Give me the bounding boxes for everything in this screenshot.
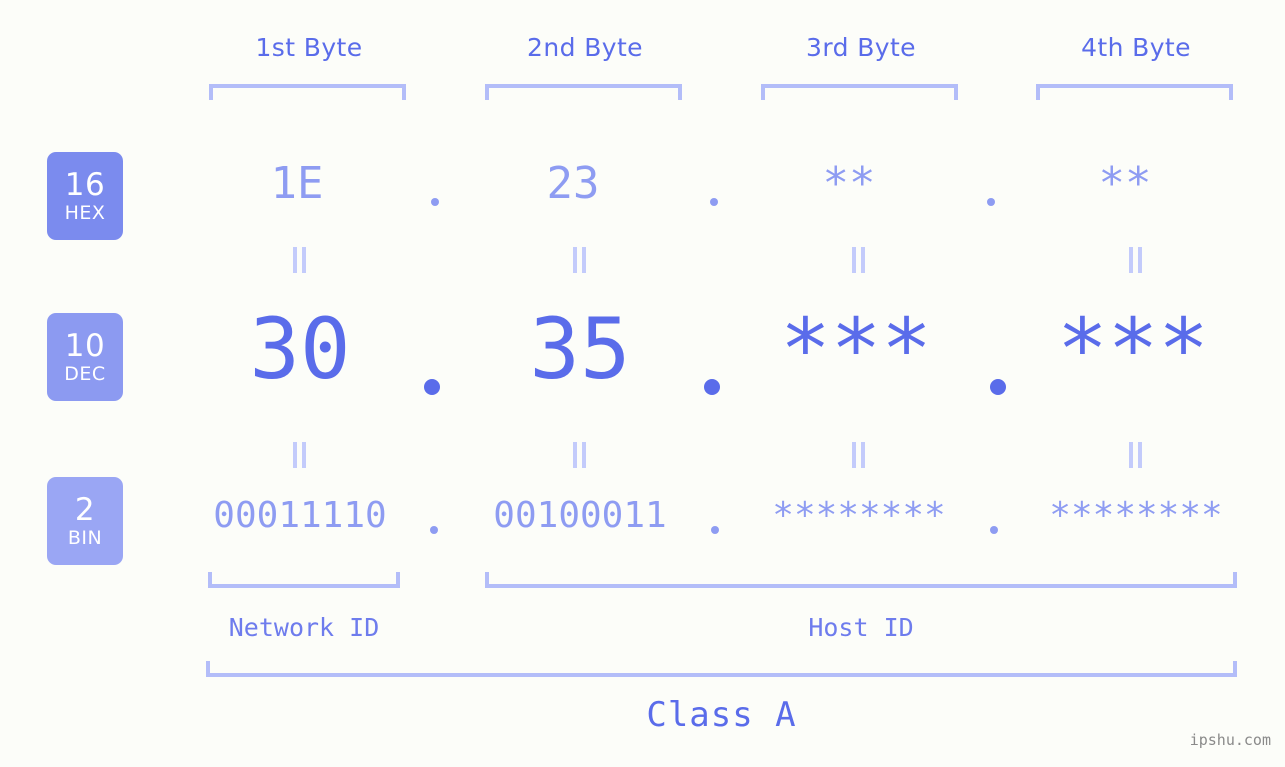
equals-marker-dec-bin-3	[848, 442, 870, 468]
hex-separator-dot-3	[987, 198, 995, 206]
equals-marker-hex-dec-4	[1125, 247, 1147, 273]
byte-bracket-4	[1036, 84, 1233, 100]
host-id-label: Host ID	[808, 613, 914, 642]
dec-separator-dot-2	[704, 379, 720, 395]
hex-byte-3: **	[822, 158, 876, 209]
hex-byte-4: **	[1098, 158, 1152, 209]
radix-badge-bin: 2 BIN	[47, 477, 123, 565]
class-bracket	[206, 661, 1237, 677]
bin-byte-1: 00011110	[213, 495, 387, 536]
byte-bracket-1	[209, 84, 406, 100]
dec-byte-4: ***	[1057, 300, 1209, 398]
bin-byte-3: ********	[772, 495, 946, 536]
network-id-bracket	[208, 572, 400, 588]
byte-header-2: 2nd Byte	[527, 33, 643, 62]
equals-marker-hex-dec-2	[569, 247, 591, 273]
equals-marker-hex-dec-1	[289, 247, 311, 273]
equals-marker-dec-bin-2	[569, 442, 591, 468]
radix-badge-hex-abbr: HEX	[64, 201, 106, 224]
hex-byte-1: 1E	[270, 158, 324, 209]
bin-separator-dot-1	[430, 526, 438, 534]
radix-badge-bin-abbr: BIN	[67, 526, 103, 549]
bin-separator-dot-3	[990, 526, 998, 534]
ip-breakdown-diagram: 1st Byte 2nd Byte 3rd Byte 4th Byte 16 H…	[0, 0, 1285, 767]
dec-byte-2: 35	[529, 300, 631, 398]
hex-byte-2: 23	[546, 158, 600, 209]
byte-header-1: 1st Byte	[255, 33, 363, 62]
radix-badge-dec-abbr: DEC	[64, 362, 106, 385]
radix-badge-dec-number: 10	[64, 327, 106, 364]
byte-header-3: 3rd Byte	[806, 33, 916, 62]
radix-badge-dec: 10 DEC	[47, 313, 123, 401]
host-id-bracket	[485, 572, 1237, 588]
hex-separator-dot-2	[710, 198, 718, 206]
radix-badge-hex: 16 HEX	[47, 152, 123, 240]
bin-byte-2: 00100011	[493, 495, 667, 536]
radix-badge-bin-number: 2	[74, 491, 96, 528]
class-label: Class A	[646, 695, 797, 735]
byte-header-4: 4th Byte	[1081, 33, 1191, 62]
bin-byte-4: ********	[1049, 495, 1223, 536]
byte-bracket-3	[761, 84, 958, 100]
hex-separator-dot-1	[431, 198, 439, 206]
watermark: ipshu.com	[1189, 731, 1271, 749]
equals-marker-dec-bin-4	[1125, 442, 1147, 468]
equals-marker-hex-dec-3	[848, 247, 870, 273]
dec-separator-dot-1	[424, 379, 440, 395]
bin-separator-dot-2	[711, 526, 719, 534]
equals-marker-dec-bin-1	[289, 442, 311, 468]
byte-bracket-2	[485, 84, 682, 100]
dec-separator-dot-3	[990, 379, 1006, 395]
dec-byte-3: ***	[780, 300, 932, 398]
radix-badge-hex-number: 16	[64, 166, 106, 203]
dec-byte-1: 30	[249, 300, 351, 398]
network-id-label: Network ID	[228, 613, 380, 642]
